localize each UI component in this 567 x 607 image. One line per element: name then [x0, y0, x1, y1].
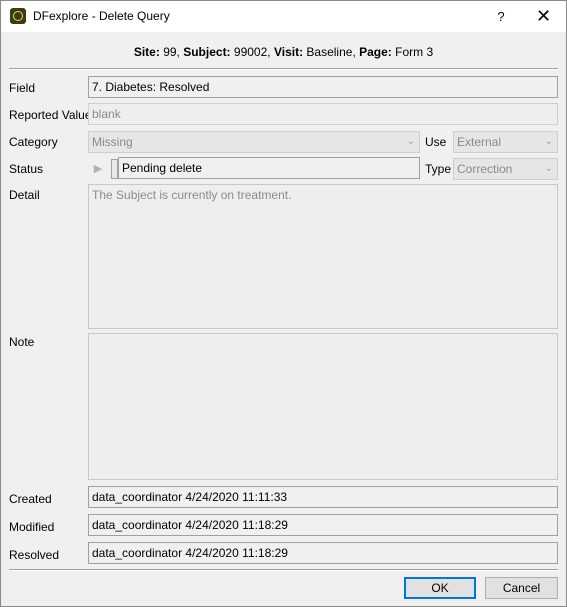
- chevron-down-icon: ⌄: [406, 136, 415, 147]
- resolved-field: data_coordinator 4/24/2020 11:18:29: [88, 542, 558, 564]
- app-icon: [10, 8, 26, 24]
- title-bar: DFexplore - Delete Query ? ✕: [1, 1, 566, 32]
- detail-textarea[interactable]: The Subject is currently on treatment.: [88, 184, 558, 329]
- status-slider-handle[interactable]: [111, 159, 118, 179]
- created-field: data_coordinator 4/24/2020 11:11:33: [88, 486, 558, 508]
- note-textarea[interactable]: [88, 333, 558, 480]
- detail-label: Detail: [9, 188, 40, 202]
- help-button[interactable]: ?: [488, 1, 514, 32]
- visit-label: Visit:: [273, 45, 304, 59]
- note-label: Note: [9, 335, 35, 349]
- visit-value: Baseline,: [303, 45, 356, 59]
- divider: [9, 68, 558, 70]
- modified-label: Modified: [9, 520, 55, 534]
- site-label: Site:: [133, 45, 160, 59]
- category-value: Missing: [92, 135, 133, 149]
- subject-label: Subject:: [183, 45, 231, 59]
- subject-value: 99002,: [230, 45, 271, 59]
- created-label: Created: [9, 492, 52, 506]
- ok-button[interactable]: OK: [404, 577, 476, 599]
- chevron-down-icon: ⌄: [544, 136, 553, 147]
- type-value: Correction: [457, 162, 513, 176]
- field-label: Field: [9, 81, 36, 95]
- type-label: Type: [425, 162, 452, 176]
- divider: [9, 569, 558, 571]
- modified-field: data_coordinator 4/24/2020 11:18:29: [88, 514, 558, 536]
- window-title: DFexplore - Delete Query: [33, 9, 170, 23]
- status-field: Pending delete: [118, 157, 420, 179]
- query-context: Site: 99, Subject: 99002, Visit: Baselin…: [1, 45, 566, 59]
- cancel-button[interactable]: Cancel: [485, 577, 558, 599]
- field-value: 7. Diabetes: Resolved: [88, 76, 558, 98]
- reported-value-label: Reported Value: [9, 108, 92, 122]
- delete-query-dialog: DFexplore - Delete Query ? ✕ Site: 99, S…: [0, 0, 567, 607]
- chevron-down-icon: ⌄: [544, 163, 553, 174]
- page-label: Page:: [359, 45, 392, 59]
- page-value: Form 3: [391, 45, 434, 59]
- use-value: External: [457, 135, 502, 149]
- category-select[interactable]: Missing ⌄: [88, 131, 420, 153]
- resolved-label: Resolved: [9, 548, 60, 562]
- use-label: Use: [425, 135, 447, 149]
- category-label: Category: [9, 135, 58, 149]
- site-value: 99,: [159, 45, 180, 59]
- use-select[interactable]: External ⌄: [453, 131, 558, 153]
- play-icon[interactable]: ▶: [89, 158, 107, 180]
- status-label: Status: [9, 162, 44, 176]
- type-select[interactable]: Correction ⌄: [453, 158, 558, 180]
- close-icon[interactable]: ✕: [521, 1, 566, 32]
- reported-value-field: blank: [88, 103, 558, 125]
